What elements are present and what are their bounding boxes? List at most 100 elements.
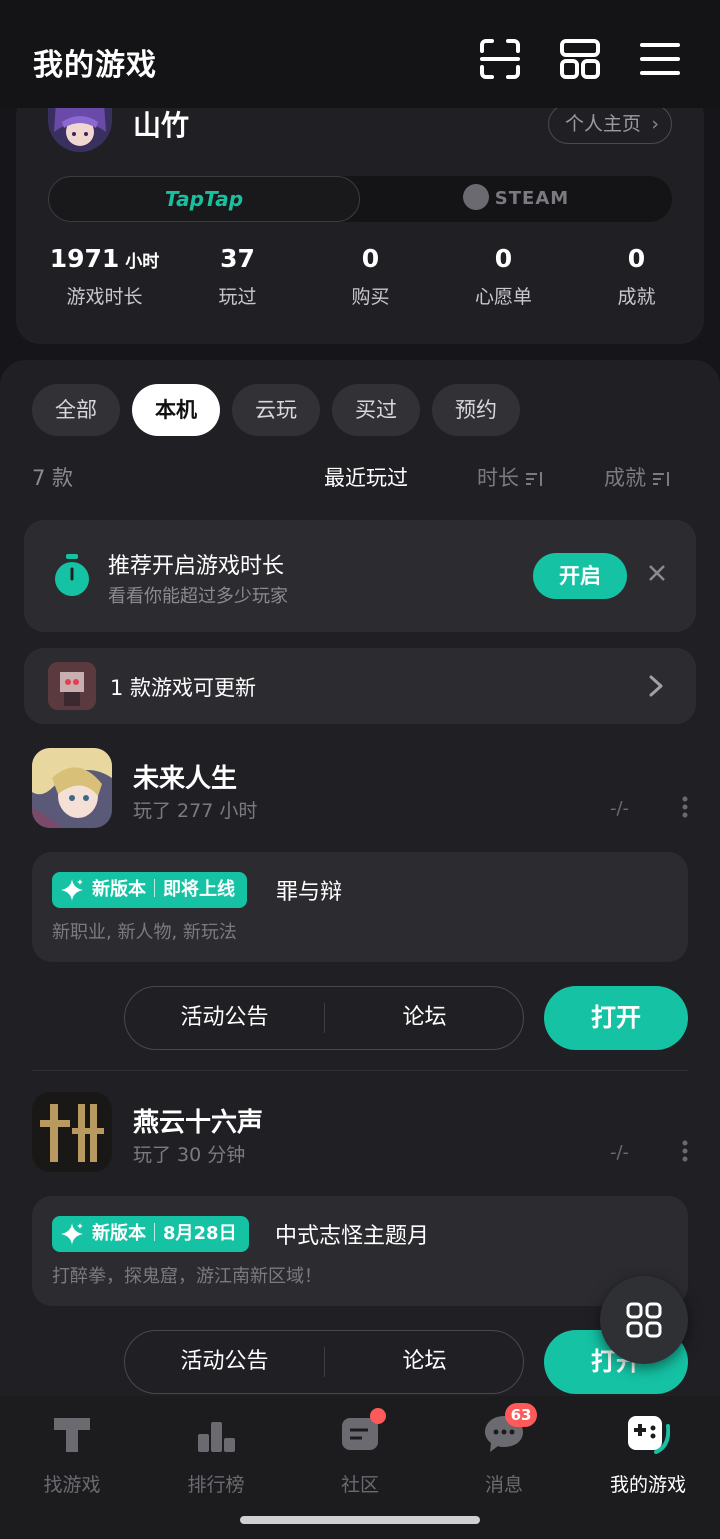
game-rating: -/-	[610, 1142, 630, 1163]
platform-steam-label: STEAM	[494, 188, 570, 209]
game-icon[interactable]	[32, 748, 112, 828]
stat-value: 0	[361, 244, 380, 273]
game-actions: 活动公告 论坛	[124, 986, 524, 1050]
sort-recent[interactable]: 最近玩过	[324, 462, 408, 492]
game-actions: 活动公告 论坛	[124, 1330, 524, 1394]
game-count: 7 款	[32, 466, 74, 490]
platform-switch: TapTap STEAM	[48, 176, 672, 222]
badge-divider	[154, 879, 155, 897]
badge-right: 即将上线	[163, 879, 235, 900]
recommend-title: 推荐开启游戏时长	[108, 554, 285, 579]
platform-taptap-tab[interactable]: TapTap	[48, 176, 360, 222]
stat-purchased[interactable]: 0 购买	[304, 244, 437, 309]
tab-label: 消息	[484, 1474, 523, 1496]
tab-label: 排行榜	[187, 1474, 245, 1496]
announcement-button[interactable]: 活动公告	[125, 987, 324, 1049]
game-playtime: 玩了 277 小时	[133, 800, 258, 822]
profile-home-button[interactable]: 个人主页 ›	[548, 104, 672, 144]
platform-steam-tab[interactable]: STEAM	[360, 176, 672, 222]
gamepad-icon	[628, 1416, 670, 1454]
game-title[interactable]: 未来人生	[133, 758, 237, 795]
stat-value: 1971	[49, 244, 120, 273]
tab-messages[interactable]: 消息	[432, 1412, 576, 1502]
tab-find-games[interactable]: 找游戏	[0, 1412, 144, 1502]
stat-played[interactable]: 37 玩过	[171, 244, 304, 309]
game-news-card[interactable]: 新版本 即将上线 罪与辩 新职业, 新人物, 新玩法	[32, 852, 688, 962]
steam-icon	[462, 184, 489, 210]
chip-reserved[interactable]: 预约	[432, 384, 520, 436]
top-bar: 我的游戏	[0, 0, 720, 108]
news-title: 罪与辩	[276, 880, 343, 905]
divider	[32, 1070, 688, 1071]
game-rating: -/-	[610, 798, 630, 819]
game-icon[interactable]	[32, 1092, 112, 1172]
sort-achievement-label: 成就	[604, 466, 646, 490]
stat-value: 0	[494, 244, 513, 273]
badge-left: 新版本	[92, 879, 146, 900]
game-title[interactable]: 燕云十六声	[133, 1102, 263, 1139]
tab-rankings[interactable]: 排行榜	[144, 1412, 288, 1502]
stat-label: 心愿单	[474, 286, 532, 308]
stat-label: 游戏时长	[66, 286, 143, 308]
forum-button[interactable]: 论坛	[325, 987, 524, 1049]
sort-icon	[526, 472, 542, 486]
stat-value: 0	[627, 244, 646, 273]
page-title: 我的游戏	[33, 48, 157, 83]
new-version-badge: 新版本 8月28日	[52, 1216, 249, 1252]
game-playtime: 玩了 30 分钟	[133, 1144, 246, 1166]
scan-icon[interactable]	[479, 38, 521, 80]
grid-icon	[626, 1302, 662, 1338]
update-game-thumbnail	[48, 662, 96, 710]
message-count-badge: 63	[505, 1403, 537, 1427]
news-description: 新职业, 新人物, 新玩法	[52, 922, 237, 943]
announcement-button[interactable]: 活动公告	[125, 1331, 324, 1393]
menu-icon[interactable]	[639, 38, 681, 80]
ranking-icon	[198, 1422, 235, 1452]
sort-duration-label: 时长	[477, 466, 519, 490]
forum-button[interactable]: 论坛	[325, 1331, 524, 1393]
chevron-right-icon	[649, 675, 663, 697]
tab-community[interactable]: 社区	[288, 1412, 432, 1502]
stat-label: 购买	[351, 286, 390, 308]
sparkle-icon	[61, 1223, 83, 1245]
chip-all[interactable]: 全部	[32, 384, 120, 436]
badge-right: 8月28日	[163, 1223, 237, 1244]
stat-wishlist[interactable]: 0 心愿单	[437, 244, 570, 309]
recommend-subtitle: 看看你能超过多少玩家	[108, 586, 288, 607]
sort-icon	[653, 472, 669, 486]
stat-unit: 小时	[125, 252, 160, 272]
tab-label: 找游戏	[43, 1474, 101, 1496]
sort-duration[interactable]: 时长	[477, 462, 545, 492]
more-vertical-icon[interactable]	[682, 796, 688, 818]
more-vertical-icon[interactable]	[682, 1140, 688, 1162]
sort-achievement[interactable]: 成就	[604, 462, 672, 492]
enable-playtime-button[interactable]: 开启	[533, 553, 627, 599]
stat-playtime[interactable]: 1971 小时 游戏时长	[38, 244, 171, 309]
game-news-card[interactable]: 新版本 8月28日 中式志怪主题月 打醉拳，探鬼窟，游江南新区域！	[32, 1196, 688, 1306]
stat-label: 成就	[617, 286, 656, 308]
profile-card: 山竹 个人主页 › TapTap STEAM 1971 小时 游戏时长 37 玩过…	[16, 92, 704, 344]
new-version-badge: 新版本 即将上线	[52, 872, 247, 908]
news-description: 打醉拳，探鬼窟，游江南新区域！	[52, 1266, 322, 1287]
open-game-button[interactable]: 打开	[544, 986, 688, 1050]
badge-left: 新版本	[92, 1223, 146, 1244]
update-banner[interactable]: 1 款游戏可更新	[24, 648, 696, 724]
chip-cloud[interactable]: 云玩	[232, 384, 320, 436]
layout-icon[interactable]	[559, 38, 601, 80]
tab-label: 社区	[340, 1474, 379, 1496]
news-title: 中式志怪主题月	[275, 1224, 430, 1249]
home-indicator	[240, 1516, 480, 1524]
badge-divider	[154, 1223, 155, 1241]
chip-local[interactable]: 本机	[132, 384, 220, 436]
tab-label: 我的游戏	[609, 1474, 686, 1496]
floating-apps-button[interactable]	[600, 1276, 688, 1364]
stat-label: 玩过	[218, 286, 257, 308]
chip-bought[interactable]: 买过	[332, 384, 420, 436]
stat-achievements[interactable]: 0 成就	[570, 244, 703, 309]
profile-home-label: 个人主页	[565, 113, 642, 135]
sparkle-icon	[61, 879, 83, 901]
stat-value: 37	[220, 244, 255, 273]
close-icon[interactable]	[646, 562, 668, 584]
playtime-recommend-card: 推荐开启游戏时长 看看你能超过多少玩家 开启	[24, 520, 696, 632]
tab-my-games[interactable]: 我的游戏	[576, 1412, 720, 1502]
